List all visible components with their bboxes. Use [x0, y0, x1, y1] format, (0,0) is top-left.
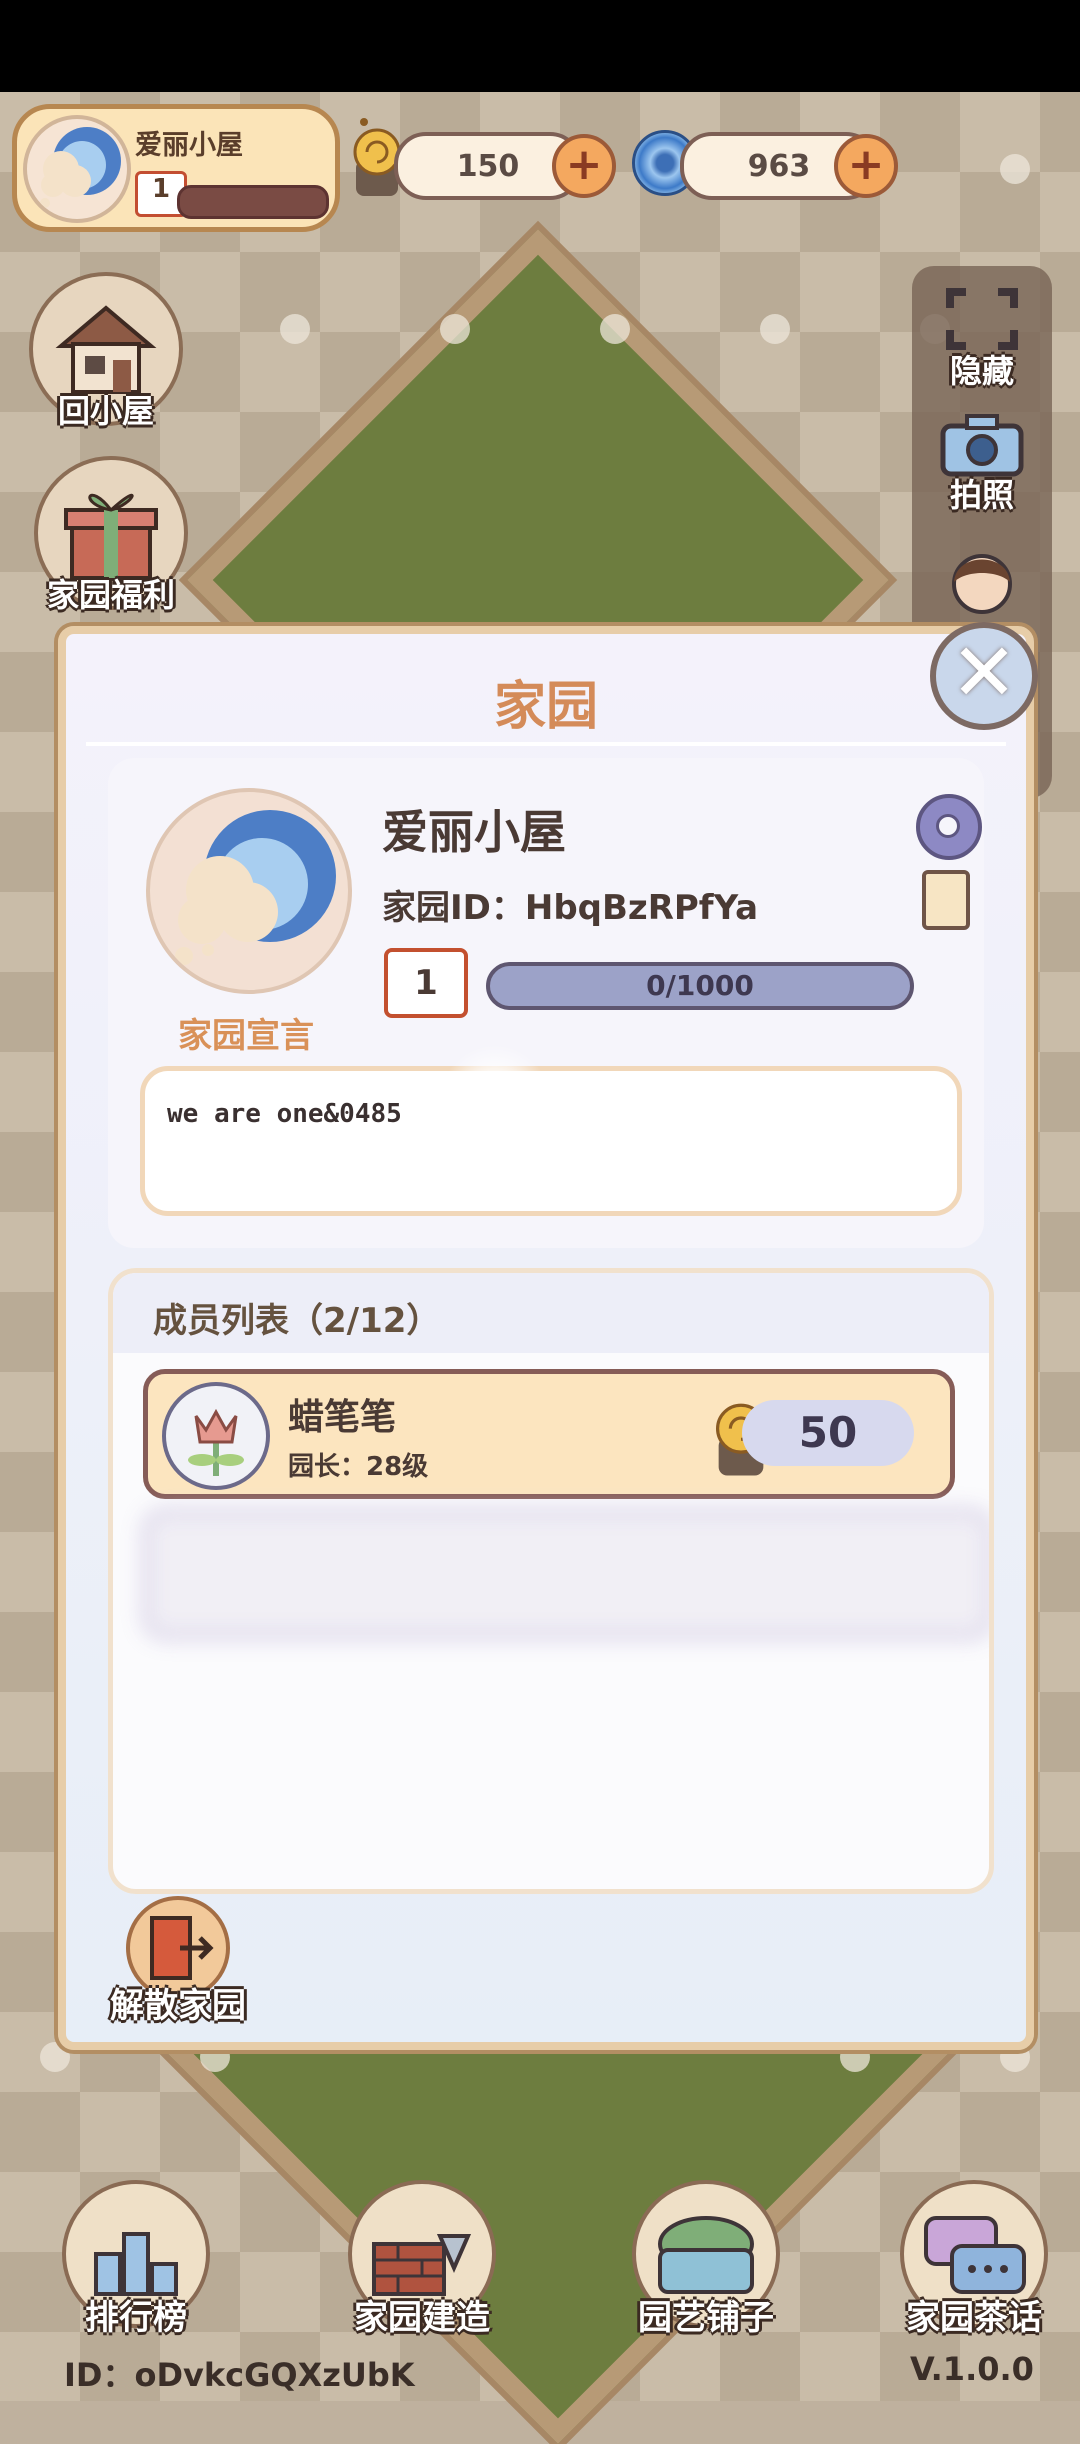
camera-icon: [940, 414, 1024, 477]
title-divider: [86, 742, 1006, 746]
rank-label: 排行榜: [85, 2298, 187, 2338]
hud-exp-bar: [177, 185, 329, 219]
motto-text: we are one&0485: [167, 1099, 402, 1129]
member-row-blurred[interactable]: [143, 1509, 989, 1639]
home-avatar-large: [146, 788, 352, 994]
copy-id-icon[interactable]: [922, 870, 970, 930]
home-profile-hud[interactable]: 爱丽小屋 1: [12, 104, 340, 232]
member-score: 50: [742, 1400, 914, 1466]
photo-button[interactable]: 拍照: [912, 412, 1052, 516]
welfare-button[interactable]: 家园福利: [26, 456, 196, 616]
dissolve-home-button[interactable]: 解散家园: [110, 1896, 246, 2027]
shop-label: 园艺铺子: [638, 2298, 774, 2338]
hide-button[interactable]: 隐藏: [912, 284, 1052, 392]
member-name: 蜡笔笔: [288, 1397, 397, 1438]
welfare-label: 家园福利: [46, 576, 175, 614]
character-icon: [952, 554, 1012, 614]
back-home-button[interactable]: 回小屋: [26, 272, 186, 432]
member-list-header: 成员列表（2/12）: [113, 1273, 989, 1353]
chat-button[interactable]: 家园茶话: [894, 2180, 1054, 2339]
build-label: 家园建造: [354, 2298, 490, 2338]
add-gem-button[interactable]: +: [834, 134, 898, 198]
home-name: 爱丽小屋: [382, 805, 566, 859]
chat-label: 家园茶话: [906, 2298, 1042, 2338]
home-exp-bar: 0/1000: [486, 962, 914, 1010]
member-list-title: 成员列表（2/12）: [153, 1301, 441, 1341]
status-bar: [0, 0, 1080, 92]
build-button[interactable]: 家园建造: [342, 2180, 502, 2339]
member-avatar: [162, 1382, 270, 1490]
hide-label: 隐藏: [949, 352, 1014, 390]
rank-button[interactable]: 排行榜: [56, 2180, 216, 2339]
motto-label: 家园宣言: [178, 1016, 314, 1056]
motto-box[interactable]: we are one&0485: [140, 1066, 962, 1216]
shop-button[interactable]: 园艺铺子: [626, 2180, 786, 2339]
home-info-card: 家园宣言 爱丽小屋 家园ID：HbqBzRPfYa 1 0/1000 we ar…: [108, 758, 984, 1248]
member-role: 园长：28级: [288, 1452, 429, 1482]
add-snail-button[interactable]: +: [552, 134, 616, 198]
hide-icon: [946, 288, 1018, 350]
home-level-badge: 1: [384, 948, 468, 1018]
hud-home-name: 爱丽小屋: [135, 130, 243, 161]
settings-gear-icon[interactable]: [916, 794, 982, 860]
character-button[interactable]: [912, 542, 1052, 630]
dialog-title: 家园: [493, 677, 598, 737]
back-home-label: 回小屋: [57, 392, 154, 430]
home-dialog: 家园 家园宣言 爱丽小屋 家园ID：HbqBzRPfYa 1 0/1000 we…: [58, 626, 1034, 2050]
dissolve-home-label: 解散家园: [110, 1986, 246, 2026]
sparkle-effect: [440, 1044, 550, 1154]
close-dialog-button[interactable]: ✕: [930, 622, 1038, 730]
home-id: 家园ID：HbqBzRPfYa: [382, 888, 759, 928]
home-avatar: [23, 115, 131, 223]
player-id: ID：oDvkcGQXzUbK: [64, 2356, 415, 2394]
version-text: V.1.0.0: [910, 2350, 1034, 2388]
photo-label: 拍照: [949, 476, 1014, 514]
member-list-card: 成员列表（2/12） 蜡笔笔 园长：28级 50: [108, 1268, 994, 1894]
member-row[interactable]: 蜡笔笔 园长：28级 50: [143, 1369, 955, 1499]
